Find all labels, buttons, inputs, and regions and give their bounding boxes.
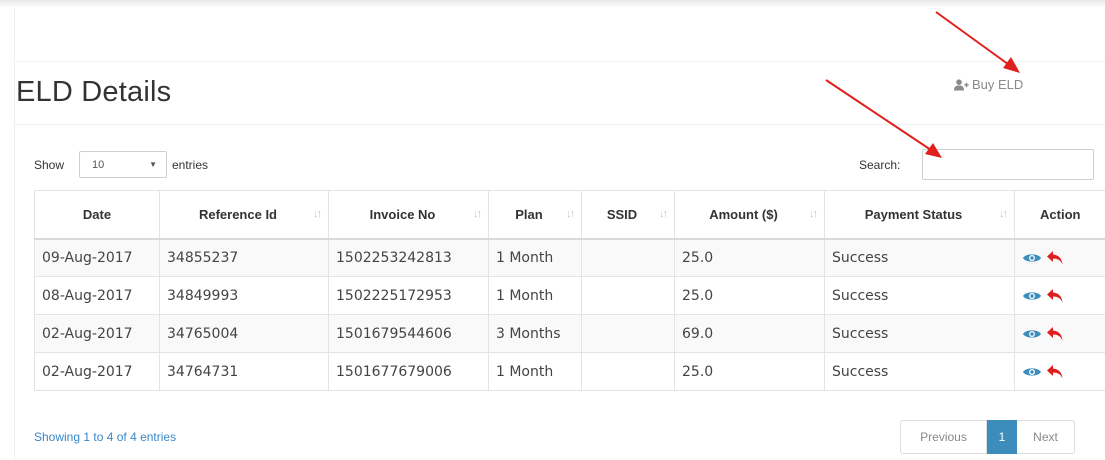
search-label: Search: <box>859 158 901 172</box>
column-header-invoice-no[interactable]: Invoice No ↓↑ <box>328 190 489 240</box>
eye-icon[interactable] <box>1022 290 1042 302</box>
cell-plan: 1 Month <box>488 352 582 391</box>
sort-icon: ↓↑ <box>473 208 482 220</box>
table-info: Showing 1 to 4 of 4 entries <box>34 430 177 444</box>
cell-payment-status: Success <box>824 238 1015 277</box>
cell-ssid <box>581 276 675 315</box>
reply-arrow-icon[interactable] <box>1046 250 1064 266</box>
table-controls: Show 10 ▼ entries Search: <box>34 148 1094 182</box>
cell-action <box>1014 314 1105 353</box>
sort-icon: ↓↑ <box>566 208 575 220</box>
eld-table: Date Reference Id ↓↑ Invoice No ↓↑ Plan ↓↑ … <box>34 190 1105 391</box>
pagination: Previous 1 Next <box>900 420 1075 456</box>
buy-eld-label: Buy ELD <box>972 77 1024 92</box>
cell-invoice-no: 1502225172953 <box>328 276 489 315</box>
cell-ssid <box>581 314 675 353</box>
eye-icon[interactable] <box>1022 328 1042 340</box>
table-row: 02-Aug-2017 34765004 1501679544606 3 Mon… <box>34 314 1105 353</box>
cell-invoice-no: 1501679544606 <box>328 314 489 353</box>
search-input[interactable] <box>922 149 1094 180</box>
top-band <box>0 0 1105 8</box>
cell-amount: 25.0 <box>674 276 825 315</box>
user-add-icon <box>954 78 969 90</box>
column-header-date[interactable]: Date <box>34 190 160 240</box>
cell-reference-id: 34765004 <box>159 314 329 353</box>
cell-ssid <box>581 238 675 277</box>
eld-table-wrapper: Date Reference Id ↓↑ Invoice No ↓↑ Plan ↓↑ … <box>34 190 1105 391</box>
table-header-row: Date Reference Id ↓↑ Invoice No ↓↑ Plan ↓↑ … <box>34 190 1105 240</box>
column-header-plan[interactable]: Plan ↓↑ <box>488 190 582 240</box>
reply-arrow-icon[interactable] <box>1046 326 1064 342</box>
cell-reference-id: 34764731 <box>159 352 329 391</box>
column-header-reference-id[interactable]: Reference Id ↓↑ <box>159 190 329 240</box>
page-title: ELD Details <box>16 76 172 108</box>
cell-reference-id: 34849993 <box>159 276 329 315</box>
cell-plan: 3 Months <box>488 314 582 353</box>
cell-ssid <box>581 352 675 391</box>
page: ELD Details Buy ELD Show 10 ▼ entries Se… <box>0 0 1105 460</box>
column-header-ssid[interactable]: SSID ↓↑ <box>581 190 675 240</box>
entries-length-value: 10 <box>92 159 105 171</box>
sort-icon: ↓↑ <box>809 208 818 220</box>
divider <box>14 61 1105 62</box>
cell-plan: 1 Month <box>488 238 582 277</box>
cell-payment-status: Success <box>824 276 1015 315</box>
cell-amount: 25.0 <box>674 352 825 391</box>
entries-label: entries <box>172 158 209 172</box>
cell-action <box>1014 276 1105 315</box>
cell-amount: 25.0 <box>674 238 825 277</box>
cell-invoice-no: 1502253242813 <box>328 238 489 277</box>
page-1-button[interactable]: 1 <box>987 420 1017 454</box>
cell-action <box>1014 238 1105 277</box>
cell-amount: 69.0 <box>674 314 825 353</box>
table-row: 02-Aug-2017 34764731 1501677679006 1 Mon… <box>34 352 1105 391</box>
page-header: ELD Details Buy ELD <box>14 70 1105 125</box>
table-row: 09-Aug-2017 34855237 1502253242813 1 Mon… <box>34 238 1105 277</box>
cell-date: 02-Aug-2017 <box>34 352 160 391</box>
column-header-action: Action <box>1014 190 1105 240</box>
cell-date: 08-Aug-2017 <box>34 276 160 315</box>
cell-invoice-no: 1501677679006 <box>328 352 489 391</box>
next-page-button[interactable]: Next <box>1017 420 1075 454</box>
reply-arrow-icon[interactable] <box>1046 288 1064 304</box>
cell-action <box>1014 352 1105 391</box>
sort-icon: ↓↑ <box>313 208 322 220</box>
cell-payment-status: Success <box>824 314 1015 353</box>
chevron-down-icon: ▼ <box>149 160 157 169</box>
previous-page-button[interactable]: Previous <box>900 420 987 454</box>
sort-icon: ↓↑ <box>999 208 1008 220</box>
cell-date: 02-Aug-2017 <box>34 314 160 353</box>
table-row: 08-Aug-2017 34849993 1502225172953 1 Mon… <box>34 276 1105 315</box>
sort-icon: ↓↑ <box>659 208 668 220</box>
eye-icon[interactable] <box>1022 252 1042 264</box>
cell-reference-id: 34855237 <box>159 238 329 277</box>
entries-length-select[interactable]: 10 ▼ <box>79 151 167 178</box>
buy-eld-button[interactable]: Buy ELD <box>954 77 1023 92</box>
cell-date: 09-Aug-2017 <box>34 238 160 277</box>
cell-payment-status: Success <box>824 352 1015 391</box>
cell-plan: 1 Month <box>488 276 582 315</box>
eye-icon[interactable] <box>1022 366 1042 378</box>
column-header-amount[interactable]: Amount ($) ↓↑ <box>674 190 825 240</box>
column-header-payment-status[interactable]: Payment Status ↓↑ <box>824 190 1015 240</box>
reply-arrow-icon[interactable] <box>1046 364 1064 380</box>
show-label: Show <box>34 158 65 172</box>
